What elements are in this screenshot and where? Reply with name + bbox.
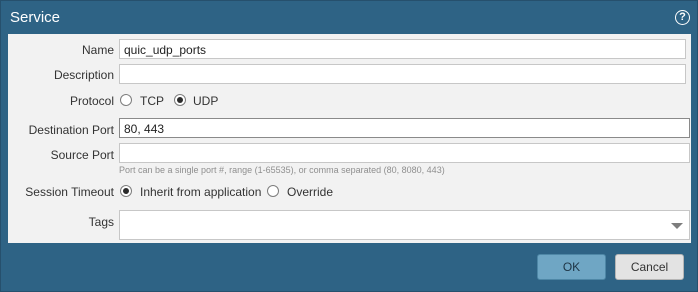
dialog-titlebar: Service ? — [1, 1, 697, 33]
description-input[interactable] — [119, 64, 686, 84]
source-port-label: Source Port — [50, 148, 114, 162]
protocol-label: Protocol — [69, 94, 114, 108]
protocol-tcp-label: TCP — [140, 94, 164, 108]
protocol-tcp-radio[interactable] — [120, 94, 132, 106]
port-hint: Port can be a single port #, range (1-65… — [119, 165, 445, 175]
form-panel: Name quic_udp_ports Description Protocol… — [8, 34, 691, 243]
protocol-udp-radio[interactable] — [174, 94, 186, 106]
destination-port-input[interactable]: 80, 443 — [119, 118, 690, 138]
description-label: Description — [53, 68, 114, 82]
session-timeout-label: Session Timeout — [25, 185, 114, 199]
session-timeout-override-radio[interactable] — [267, 185, 279, 197]
cancel-button[interactable]: Cancel — [615, 254, 684, 280]
session-timeout-inherit-radio[interactable] — [120, 185, 132, 197]
dialog-title: Service — [10, 9, 61, 26]
tags-select[interactable] — [119, 210, 690, 240]
service-dialog: Service ? Name quic_udp_ports Descriptio… — [0, 0, 698, 292]
ok-button[interactable]: OK — [537, 254, 606, 280]
help-icon[interactable]: ? — [675, 10, 690, 25]
session-timeout-override-label: Override — [287, 185, 334, 199]
source-port-input[interactable] — [119, 143, 690, 163]
session-timeout-inherit-label: Inherit from application — [140, 185, 262, 199]
protocol-udp-label: UDP — [193, 94, 219, 108]
destination-port-label: Destination Port — [28, 123, 114, 137]
chevron-down-icon[interactable] — [671, 223, 683, 229]
name-label: Name — [81, 43, 114, 57]
tags-label: Tags — [88, 215, 114, 229]
name-input[interactable]: quic_udp_ports — [119, 39, 686, 59]
